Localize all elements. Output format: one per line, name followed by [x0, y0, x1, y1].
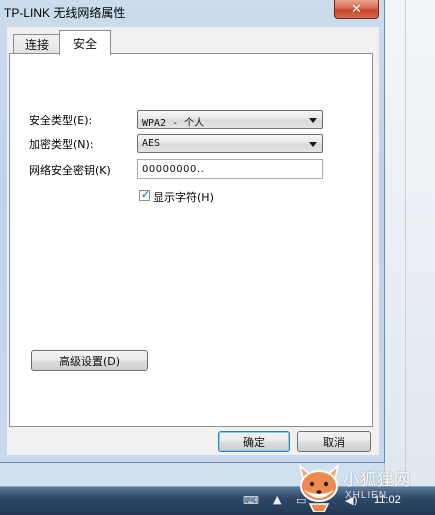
close-button[interactable]: ✕ [334, 0, 379, 19]
network-key-input[interactable]: 00000000.. [137, 159, 323, 179]
show-characters-label[interactable]: 显示字符(H) [153, 189, 214, 205]
show-hidden-icons-arrow[interactable]: ▲ [273, 493, 281, 506]
title-bar[interactable]: TP-LINK 无线网络属性 ✕ [0, 0, 384, 22]
keyboard-icon[interactable]: ⌨ [243, 494, 259, 507]
dialog-client-area: 连接 安全 安全类型(E): WPA2 - 个人 加密类型(N): AES 网络… [7, 27, 379, 455]
show-characters-checkbox[interactable]: ✓ [139, 188, 151, 201]
tab-connection[interactable]: 连接 [13, 34, 61, 54]
desktop-background [384, 0, 435, 486]
fox-logo-icon [298, 463, 340, 512]
tab-security-label: 安全 [72, 36, 97, 51]
encryption-type-label: 加密类型(N): [29, 138, 94, 151]
cancel-button-label: 取消 [323, 435, 345, 449]
tab-connection-label: 连接 [24, 38, 49, 52]
desktop-divider [405, 0, 406, 486]
ok-button-label: 确定 [243, 435, 265, 449]
security-type-value: WPA2 - 个人 [142, 118, 205, 129]
network-key-value: 00000000.. [142, 164, 205, 175]
advanced-settings-label: 高级设置(D) [58, 354, 121, 368]
tab-security[interactable]: 安全 [59, 30, 111, 55]
security-tab-panel: 安全类型(E): WPA2 - 个人 加密类型(N): AES 网络安全密钥(K… [9, 53, 373, 427]
watermark-text: 小狐狸网 [343, 470, 412, 489]
checkmark-icon: ✓ [141, 188, 151, 201]
network-key-label: 网络安全密钥(K) [29, 164, 111, 177]
encryption-type-select[interactable]: AES [137, 134, 323, 153]
window-title: TP-LINK 无线网络属性 [4, 6, 126, 20]
security-type-label: 安全类型(E): [29, 114, 93, 127]
watermark-subtext: XHLIEN [345, 490, 388, 501]
encryption-type-value: AES [142, 138, 161, 149]
properties-dialog: TP-LINK 无线网络属性 ✕ 连接 安全 安全类型(E): WPA2 - 个… [0, 0, 385, 463]
chevron-down-icon [309, 142, 317, 147]
close-icon: ✕ [351, 1, 362, 17]
advanced-settings-button[interactable]: 高级设置(D) [31, 350, 148, 371]
ok-button[interactable]: 确定 [218, 431, 290, 452]
cancel-button[interactable]: 取消 [297, 431, 371, 452]
security-type-select[interactable]: WPA2 - 个人 [137, 110, 323, 129]
chevron-down-icon [309, 118, 317, 123]
